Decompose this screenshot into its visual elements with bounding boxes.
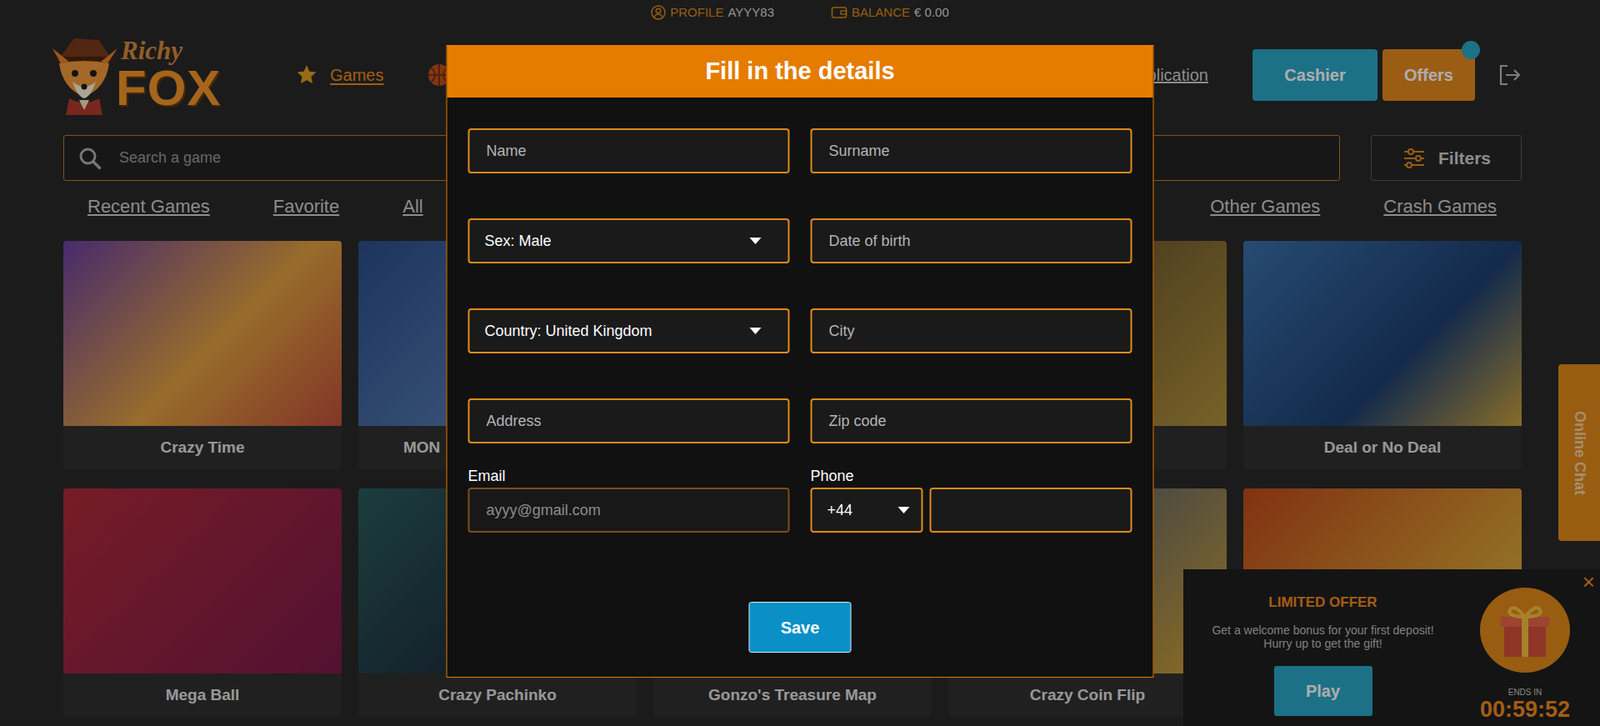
dropdown-caret-icon (750, 237, 762, 245)
email-block: Email (468, 467, 790, 533)
country-code-select-value: +44 (827, 499, 854, 522)
text-field[interactable] (810, 128, 1133, 174)
dialog-body: Sex: Male Country: United Kingdom Email Pho… (447, 97, 1154, 677)
text-field[interactable] (810, 308, 1133, 354)
dialog-title: Fill in the details (447, 45, 1154, 98)
select-field[interactable]: Sex: Male (468, 218, 790, 264)
text-field[interactable] (810, 398, 1133, 444)
form-fields: Sex: Male Country: United Kingdom (468, 128, 1133, 444)
text-field[interactable] (468, 128, 790, 174)
save-button[interactable]: Save (749, 601, 852, 653)
details-dialog: Fill in the details Sex: Male Country: Uni… (446, 45, 1155, 678)
phone-block: Phone +44 (810, 467, 1133, 533)
dropdown-caret-icon (750, 327, 762, 335)
contact-fields: Email Phone +44 (468, 467, 1133, 533)
email-field (468, 487, 790, 533)
select-field-value: Sex: Male (485, 230, 552, 253)
phone-field[interactable] (930, 487, 1133, 533)
email-label: Email (468, 467, 790, 485)
text-field[interactable] (468, 398, 790, 444)
select-field[interactable]: Country: United Kingdom (468, 308, 790, 354)
text-field[interactable] (810, 218, 1133, 264)
country-code-select[interactable]: +44 (810, 487, 924, 533)
phone-label: Phone (810, 467, 1133, 485)
select-field-value: Country: United Kingdom (485, 320, 653, 343)
phone-line: +44 (810, 487, 1133, 533)
save-row: Save (468, 601, 1133, 653)
dropdown-caret-icon (898, 506, 910, 514)
